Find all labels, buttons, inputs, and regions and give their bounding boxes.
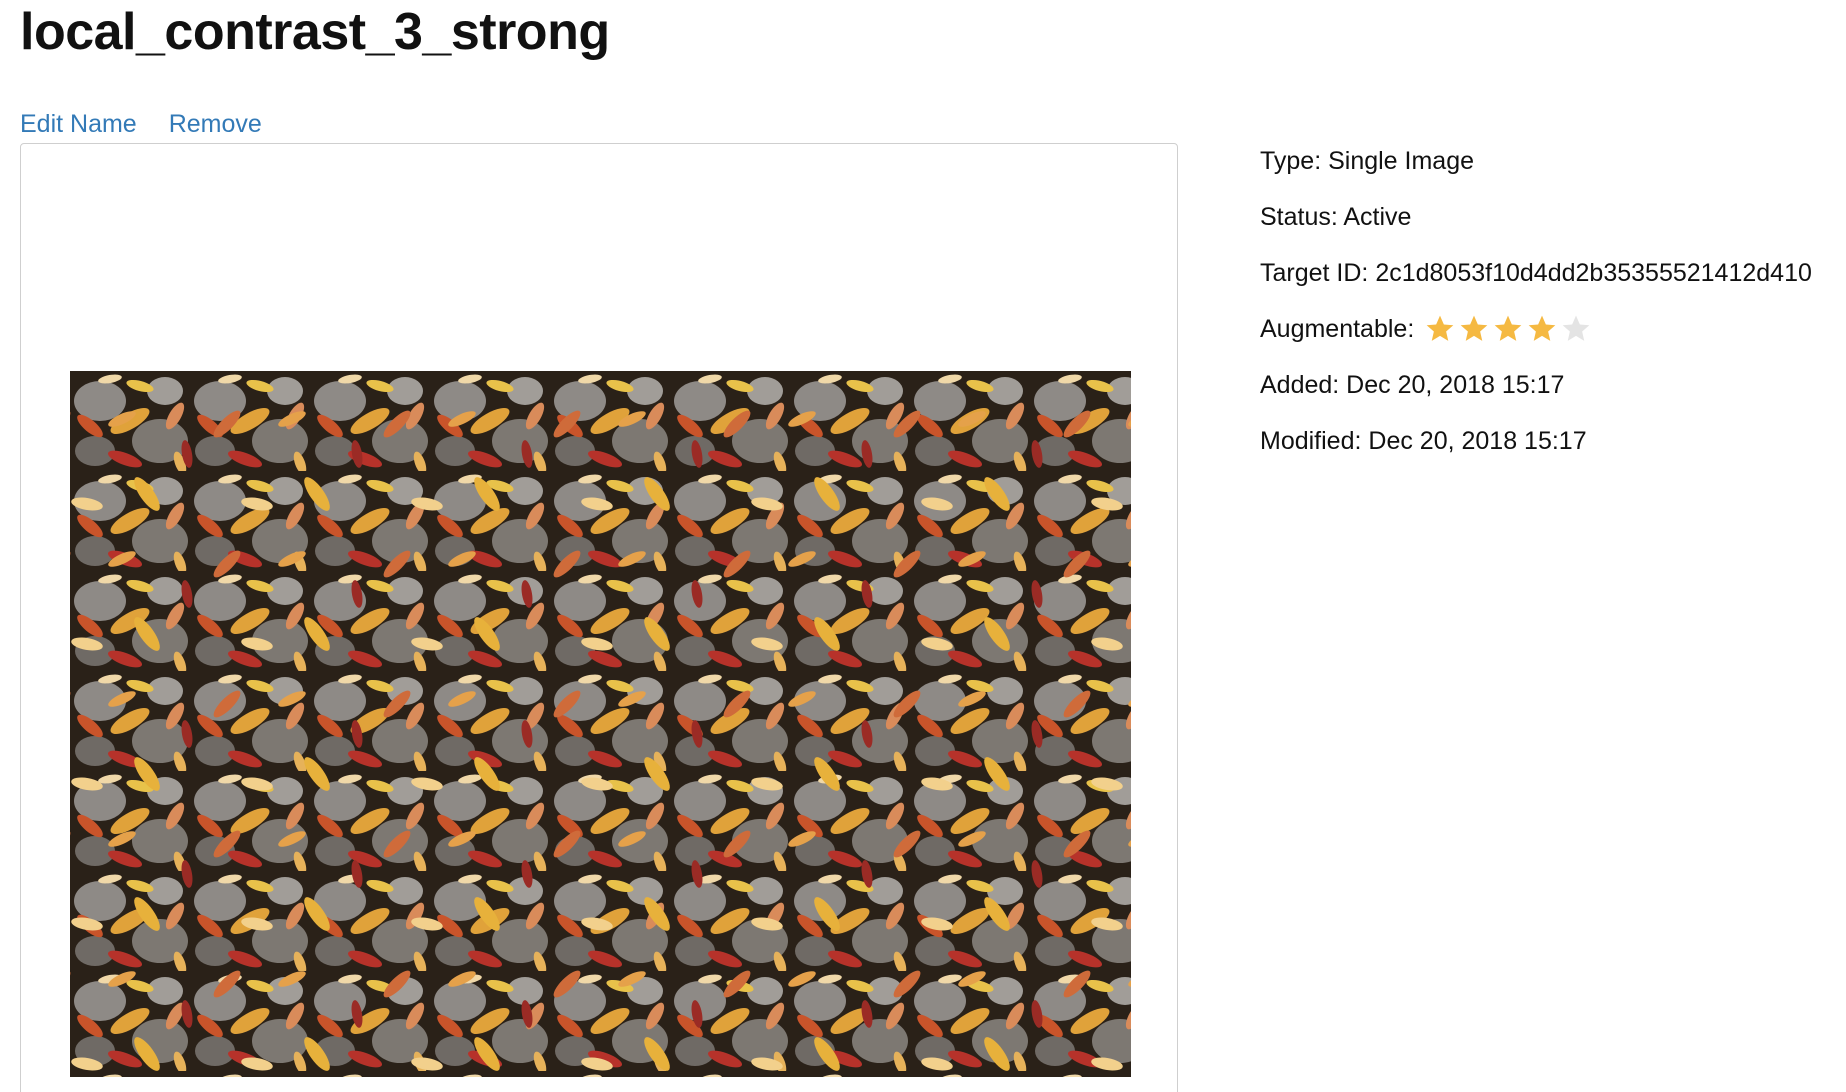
star-empty-icon (1562, 315, 1590, 341)
target-actions: Edit Name Remove (20, 108, 262, 140)
augmentable-row: Augmentable: (1260, 312, 1812, 346)
edit-name-link[interactable]: Edit Name (20, 108, 137, 140)
star-filled-icon (1460, 315, 1488, 341)
target-image (70, 371, 1131, 1077)
augmentable-rating (1424, 313, 1592, 345)
status-text: Status: Active (1260, 203, 1412, 231)
added-text: Added: Dec 20, 2018 15:17 (1260, 371, 1565, 399)
type-text: Type: Single Image (1260, 147, 1475, 175)
page-title: local_contrast_3_strong (20, 3, 610, 61)
star-filled-icon (1426, 315, 1454, 341)
target-id-row: Target ID: 2c1d8053f10d4dd2b35355521412d… (1260, 256, 1812, 290)
type-row: Type: Single Image (1260, 144, 1812, 178)
star-filled-icon (1528, 315, 1556, 341)
modified-text: Modified: Dec 20, 2018 15:17 (1260, 427, 1587, 455)
target-image-panel (20, 143, 1178, 1092)
remove-link[interactable]: Remove (169, 108, 262, 140)
added-row: Added: Dec 20, 2018 15:17 (1260, 368, 1812, 402)
augmentable-label: Augmentable: (1260, 315, 1415, 343)
status-row: Status: Active (1260, 200, 1812, 234)
star-filled-icon (1494, 315, 1522, 341)
target-detail-page: local_contrast_3_strong Edit Name Remove (0, 0, 1846, 1092)
modified-row: Modified: Dec 20, 2018 15:17 (1260, 424, 1812, 458)
target-id-text: Target ID: 2c1d8053f10d4dd2b35355521412d… (1260, 259, 1812, 287)
target-details: Type: Single Image Status: Active Target… (1260, 144, 1812, 480)
